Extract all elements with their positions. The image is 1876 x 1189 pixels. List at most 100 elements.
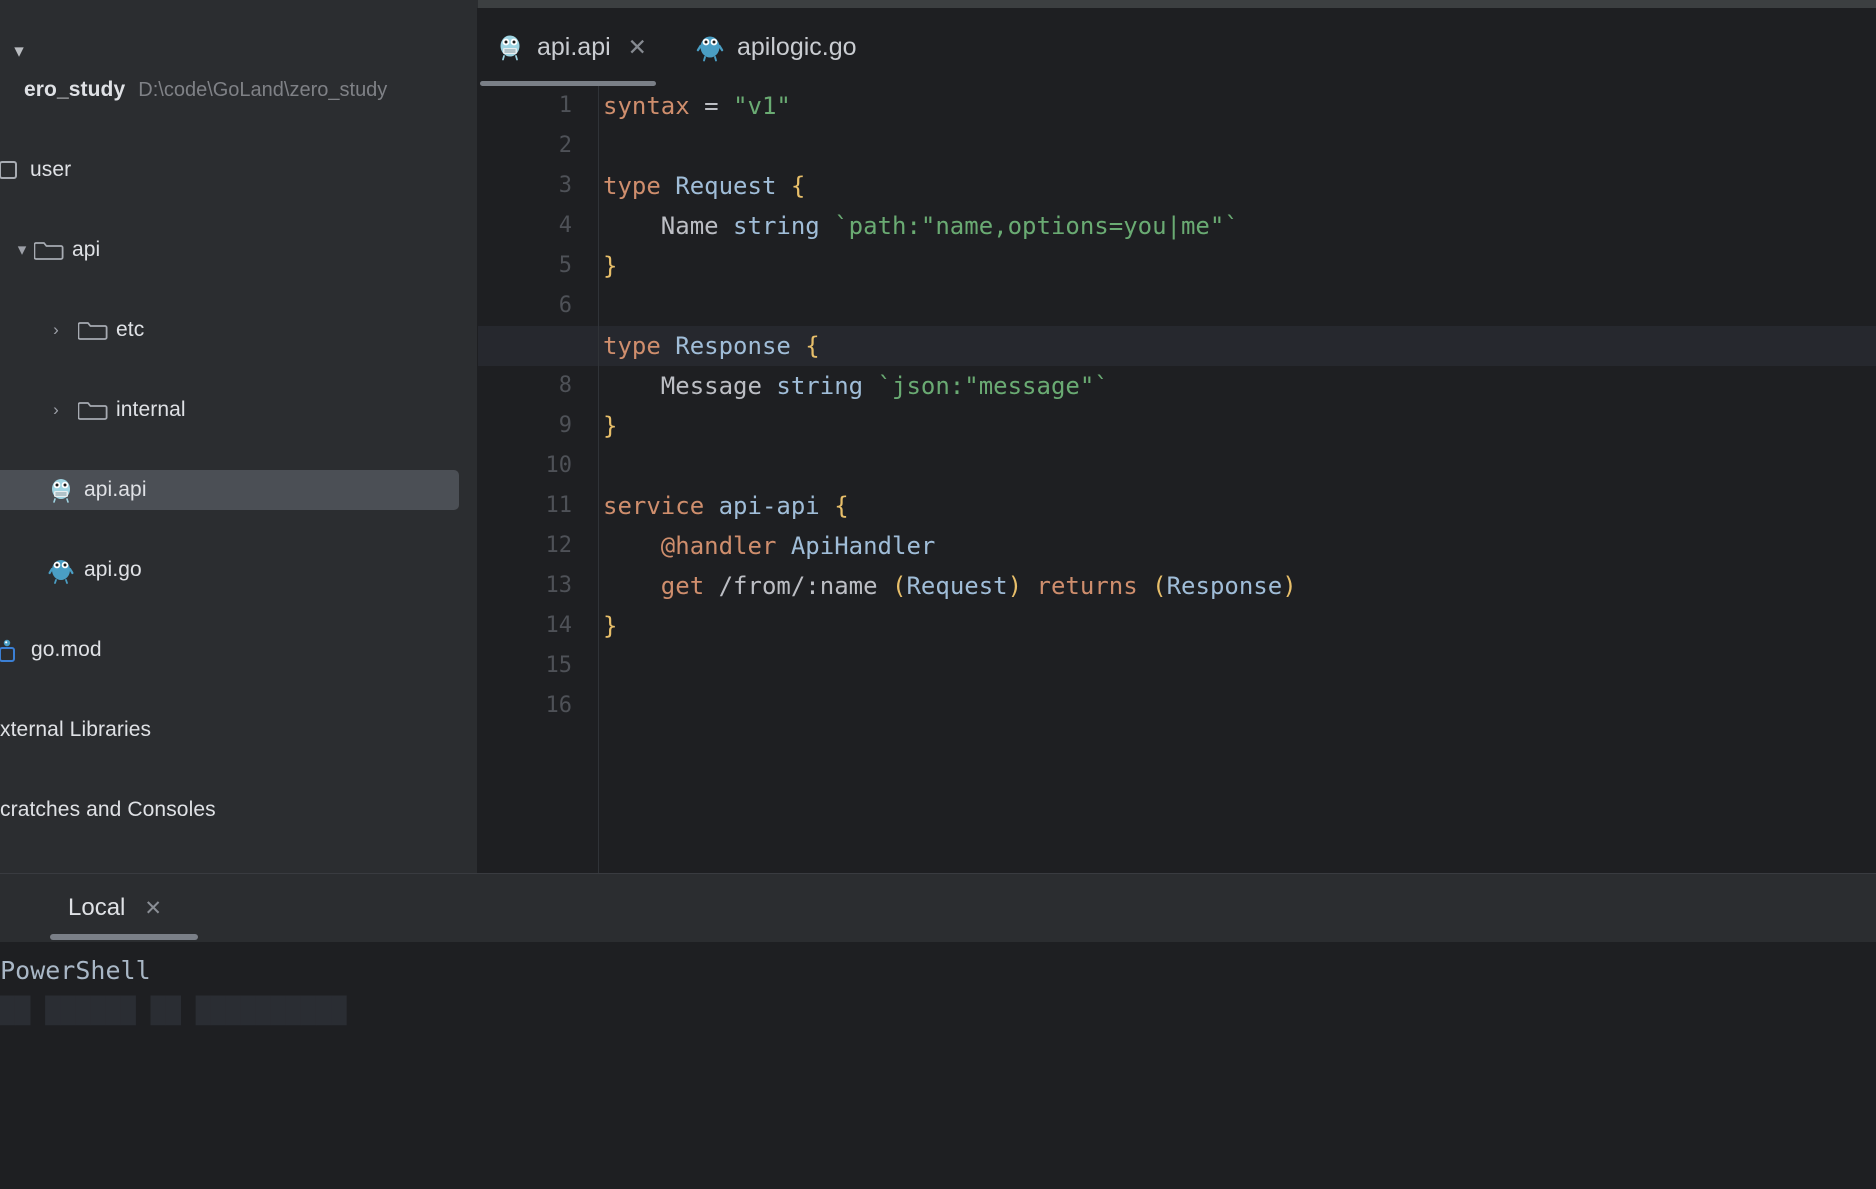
line-number: 16 <box>545 693 573 718</box>
code-line[interactable] <box>599 286 1876 326</box>
code-token: ( <box>1152 572 1167 600</box>
code-line[interactable]: get /from/:name (Request) returns (Respo… <box>599 566 1876 606</box>
line-number: 10 <box>545 453 573 478</box>
code-line[interactable] <box>599 126 1876 166</box>
tree-row-internal[interactable]: › internal <box>0 390 478 430</box>
line-number: 14 <box>545 613 573 638</box>
code-token: { <box>805 332 820 360</box>
code-token: Response <box>675 332 791 360</box>
project-panel-header: ▾ <box>0 8 478 70</box>
line-number: 9 <box>558 413 572 438</box>
tree-row-scratches-and-consoles[interactable]: cratches and Consoles <box>0 790 478 830</box>
code-token: } <box>603 612 618 640</box>
code-line[interactable]: Message string `json:"message"` <box>599 366 1876 406</box>
code-editor[interactable]: 12345678910111213141516 syntax = "v1"typ… <box>478 86 1876 873</box>
terminal-output[interactable]: s PowerShell ████ ██████ ██ ██████████ <box>0 942 1876 1189</box>
editor-gutter[interactable]: 12345678910111213141516 <box>478 86 598 873</box>
tree-row-api-api[interactable]: api.api <box>0 470 478 510</box>
code-line[interactable]: } <box>599 246 1876 286</box>
line-number: 4 <box>558 213 572 238</box>
line-number: 11 <box>545 493 573 518</box>
code-token: } <box>603 412 618 440</box>
tree-row-project-root[interactable]: › ero_study D:\code\GoLand\zero_study <box>0 70 478 110</box>
code-token: } <box>603 252 618 280</box>
terminal-tab-underline <box>50 934 198 940</box>
editor-tab-api-api[interactable]: api.api ✕ <box>478 8 658 86</box>
tree-row-api-go[interactable]: api.go <box>0 550 478 590</box>
code-line[interactable]: } <box>599 406 1876 446</box>
tree-row-api-folder[interactable]: ▾ api <box>0 230 478 270</box>
code-line[interactable]: Name string `path:"name,options=you|me"` <box>599 206 1876 246</box>
code-token: `json:"message"` <box>877 372 1109 400</box>
code-token: api-api <box>718 492 820 520</box>
tree-item-label: xternal Libraries <box>0 718 152 741</box>
close-icon[interactable]: ✕ <box>144 896 162 921</box>
editor-tab-apilogic-go[interactable]: apilogic.go <box>678 8 928 86</box>
code-line[interactable] <box>599 686 1876 726</box>
code-token: `path:"name,options=you|me"` <box>834 212 1239 240</box>
code-line[interactable] <box>599 646 1876 686</box>
folder-icon <box>34 238 64 262</box>
terminal-header: al Local ✕ <box>0 874 1876 942</box>
tree-item-label: go.mod <box>31 638 102 661</box>
line-number: 15 <box>545 653 573 678</box>
code-token: { <box>834 492 849 520</box>
code-token: type <box>603 332 661 360</box>
code-token: Request <box>675 172 777 200</box>
line-number: 3 <box>558 173 572 198</box>
code-token: "v1" <box>733 92 791 120</box>
close-icon[interactable]: ✕ <box>628 35 647 59</box>
code-line[interactable]: service api-api { <box>599 486 1876 526</box>
code-content[interactable]: syntax = "v1" type Request { Name string … <box>599 86 1876 873</box>
chevron-down-icon[interactable]: ▾ <box>2 34 36 68</box>
line-number: 12 <box>545 533 573 558</box>
tree-row-go-mod[interactable]: go.mod <box>0 630 478 670</box>
code-token: ) <box>1282 572 1297 600</box>
tree-row-etc[interactable]: › etc <box>0 310 478 350</box>
terminal-tab-local[interactable]: Local ✕ <box>56 874 174 942</box>
project-root-path: D:\code\GoLand\zero_study <box>138 78 388 101</box>
code-token: type <box>603 172 661 200</box>
line-number: 8 <box>558 373 572 398</box>
chevron-right-icon[interactable]: › <box>44 400 68 420</box>
code-token: string <box>733 212 820 240</box>
code-line[interactable]: } <box>599 606 1876 646</box>
chevron-right-icon[interactable]: › <box>44 320 68 340</box>
editor-tab-label: apilogic.go <box>737 32 857 61</box>
tree-row-user[interactable]: user <box>0 150 478 190</box>
code-token: ApiHandler <box>790 532 936 560</box>
code-line[interactable]: @handler ApiHandler <box>599 526 1876 566</box>
folder-icon <box>78 318 108 342</box>
chevron-down-icon[interactable]: ▾ <box>10 240 34 260</box>
tree-item-label: api.api <box>84 478 147 501</box>
tree-row-external-libraries[interactable]: xternal Libraries <box>0 710 478 750</box>
code-token: ( <box>892 572 907 600</box>
code-token: Name <box>603 212 734 240</box>
terminal-line: s PowerShell <box>0 956 151 985</box>
code-token: = <box>704 92 719 120</box>
line-number: 2 <box>558 133 572 158</box>
folder-icon <box>78 398 108 422</box>
code-line[interactable]: type Response { <box>599 326 1876 366</box>
current-line-gutter-highlight <box>478 326 598 366</box>
gopher-go-icon <box>696 32 724 62</box>
code-token: syntax <box>603 92 690 120</box>
code-line[interactable] <box>599 446 1876 486</box>
gopher-api-icon <box>496 32 524 62</box>
line-number: 13 <box>545 573 573 598</box>
project-tool-window: ▾ › ero_study D:\code\GoLand\zero_study … <box>0 8 478 873</box>
tree-item-label: api.go <box>84 558 142 581</box>
code-line[interactable]: syntax = "v1" <box>599 86 1876 126</box>
code-token: string <box>776 372 864 400</box>
code-line[interactable]: type Request { <box>599 166 1876 206</box>
